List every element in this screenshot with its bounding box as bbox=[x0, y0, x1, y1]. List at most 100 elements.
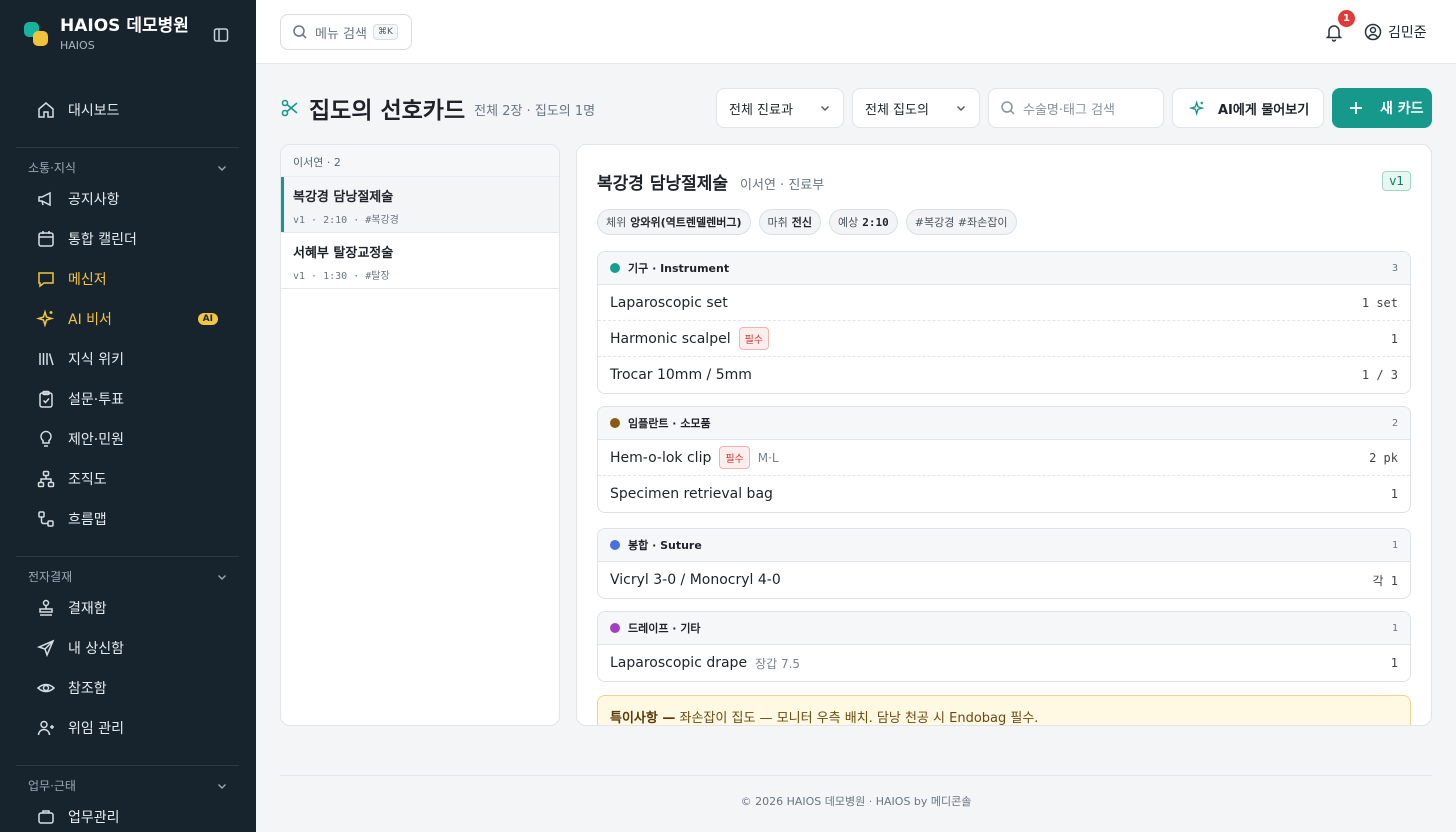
chevron-down-icon bbox=[955, 102, 967, 114]
group-color-dot bbox=[610, 263, 620, 273]
item-name: Vicryl 3-0 / Monocryl 4-0 bbox=[610, 572, 781, 588]
sidebar-item-label: 내 상신함 bbox=[68, 641, 124, 657]
user-delegate-icon bbox=[36, 718, 56, 738]
scissors-icon bbox=[280, 98, 300, 118]
group-title: 임플란트 · 소모품 bbox=[628, 417, 711, 430]
tags-chip: #복강경 #좌손잡이 bbox=[905, 209, 1017, 235]
sidebar-item-flowmap[interactable]: 흐름맵 bbox=[24, 501, 232, 537]
sidebar-collapse-icon[interactable] bbox=[212, 26, 230, 44]
sidebar-item-label: 통합 캘린더 bbox=[68, 232, 137, 248]
select-value: 전체 집도의 bbox=[865, 102, 929, 118]
surgeon-filter-select[interactable]: 전체 집도의 bbox=[852, 88, 980, 128]
special-notes-label: 특이사항 — bbox=[610, 711, 676, 726]
lightbulb-icon bbox=[36, 429, 56, 449]
group-header: 기구 · Instrument 3 bbox=[598, 252, 1410, 285]
duration-chip: 예상 2:10 bbox=[829, 209, 898, 235]
list-item-title: 서혜부 탈장교정술 bbox=[293, 246, 394, 261]
group-count: 1 bbox=[1391, 622, 1398, 634]
sidebar-item-messenger[interactable]: 메신저 bbox=[24, 261, 232, 297]
item-row: Vicryl 3-0 / Monocryl 4-0 각 1 bbox=[598, 562, 1410, 598]
chevron-down-icon bbox=[216, 571, 228, 583]
sidebar-item-delegation[interactable]: 위임 관리 bbox=[24, 710, 232, 746]
position-chip: 체위 앙와위(역트렌델렌버그) bbox=[597, 209, 751, 235]
user-menu[interactable]: 김민준 bbox=[1364, 22, 1427, 42]
card-search-input[interactable]: 수술명·태그 검색 bbox=[988, 88, 1164, 128]
group-count: 2 bbox=[1391, 417, 1398, 429]
new-card-button[interactable]: 새 카드 bbox=[1332, 88, 1432, 128]
megaphone-icon bbox=[36, 189, 56, 209]
chevron-down-icon bbox=[216, 780, 228, 792]
group-color-dot bbox=[610, 623, 620, 633]
section-approval-toggle[interactable]: 전자결재 bbox=[28, 568, 228, 585]
version-badge: v1 bbox=[1382, 171, 1411, 191]
brand[interactable]: HAIOS 데모병원 HAIOS bbox=[24, 16, 189, 52]
search-icon bbox=[292, 24, 308, 40]
eye-icon bbox=[36, 678, 56, 698]
sidebar-item-label: 공지사항 bbox=[68, 192, 120, 208]
ask-ai-button[interactable]: AI에게 물어보기 bbox=[1172, 88, 1324, 128]
group-count: 3 bbox=[1391, 262, 1398, 274]
item-row: Specimen retrieval bag 1 bbox=[598, 476, 1410, 512]
page-title: 집도의 선호카드 bbox=[309, 98, 466, 124]
sidebar-item-work[interactable]: 업무관리 bbox=[24, 799, 232, 832]
detail-chips: 체위 앙와위(역트렌델렌버그) 마취 전신 예상 2:10 #복강경 #좌손잡이 bbox=[597, 209, 1025, 235]
sidebar-item-label: 흐름맵 bbox=[68, 512, 107, 528]
brand-subtitle: HAIOS bbox=[60, 39, 95, 52]
sidebar-item-label: 조직도 bbox=[68, 472, 107, 488]
sidebar: HAIOS 데모병원 HAIOS 대시보드 소통·지식 공지사항 통합 캘린더 … bbox=[0, 0, 256, 832]
item-qty: 1 set bbox=[1361, 295, 1398, 310]
item-name: Trocar 10mm / 5mm bbox=[610, 367, 752, 383]
item-row: Harmonic scalpel 필수 1 bbox=[598, 321, 1410, 357]
item-note: M·L bbox=[757, 450, 779, 465]
sidebar-item-notice[interactable]: 공지사항 bbox=[24, 181, 232, 217]
library-icon bbox=[36, 349, 56, 369]
sidebar-item-dashboard[interactable]: 대시보드 bbox=[24, 92, 232, 128]
detail-subtitle: 이서연 · 진료부 bbox=[740, 178, 825, 193]
section-label: 전자결재 bbox=[28, 570, 73, 584]
group-count: 1 bbox=[1391, 539, 1398, 551]
sidebar-item-orgchart[interactable]: 조직도 bbox=[24, 461, 232, 497]
chip-value: 2:10 bbox=[862, 215, 889, 229]
required-badge: 필수 bbox=[738, 327, 769, 350]
group-color-dot bbox=[610, 540, 620, 550]
org-chart-icon bbox=[36, 469, 56, 489]
sidebar-item-label: 제안·민원 bbox=[68, 432, 124, 448]
topbar: 메뉴 검색 ⌘K 1 김민준 bbox=[256, 0, 1456, 64]
sidebar-item-survey[interactable]: 설문·투표 bbox=[24, 381, 232, 417]
new-card-label: 새 카드 bbox=[1380, 101, 1424, 117]
calendar-icon bbox=[36, 229, 56, 249]
department-filter-select[interactable]: 전체 진료과 bbox=[716, 88, 844, 128]
sidebar-item-wiki[interactable]: 지식 위키 bbox=[24, 341, 232, 377]
sidebar-item-label: 위임 관리 bbox=[68, 721, 124, 737]
menu-search-input[interactable]: 메뉴 검색 ⌘K bbox=[280, 14, 412, 50]
home-icon bbox=[36, 100, 56, 120]
item-row: Hem-o-lok clip 필수 M·L 2 pk bbox=[598, 440, 1410, 476]
section-communication-toggle[interactable]: 소통·지식 bbox=[28, 159, 228, 176]
sidebar-item-approval-inbox[interactable]: 결재함 bbox=[24, 590, 232, 626]
list-group-header: 이서연 · 2 bbox=[281, 145, 559, 177]
sidebar-item-suggestion[interactable]: 제안·민원 bbox=[24, 421, 232, 457]
item-name: Hem-o-lok clip bbox=[610, 449, 712, 466]
implant-group: 임플란트 · 소모품 2 Hem-o-lok clip 필수 M·L 2 pk … bbox=[597, 406, 1411, 513]
item-qty: 1 / 3 bbox=[1361, 368, 1398, 382]
sidebar-item-ai-assistant[interactable]: AI 비서 AI bbox=[24, 301, 232, 337]
stamp-icon bbox=[36, 598, 56, 618]
list-item[interactable]: 서혜부 탈장교정술 v1 · 1:30 · #탈장 bbox=[281, 233, 559, 289]
sidebar-item-reference[interactable]: 참조함 bbox=[24, 670, 232, 706]
section-work-toggle[interactable]: 업무·근태 bbox=[28, 777, 228, 794]
chevron-down-icon bbox=[216, 162, 228, 174]
flow-icon bbox=[36, 509, 56, 529]
chip-label: 체위 bbox=[606, 216, 627, 229]
instrument-group: 기구 · Instrument 3 Laparoscopic set 1 set… bbox=[597, 251, 1411, 394]
plus-icon bbox=[1349, 101, 1363, 115]
list-item-meta: v1 · 1:30 · #탈장 bbox=[293, 271, 390, 282]
chip-value: #복강경 #좌손잡이 bbox=[914, 216, 1008, 229]
select-value: 전체 진료과 bbox=[729, 102, 793, 118]
list-item[interactable]: 복강경 담낭절제술 v1 · 2:10 · #복강경 bbox=[281, 177, 559, 233]
item-row: Trocar 10mm / 5mm 1 / 3 bbox=[598, 357, 1410, 393]
sidebar-item-my-submissions[interactable]: 내 상신함 bbox=[24, 630, 232, 666]
sidebar-item-label: AI 비서 bbox=[68, 312, 112, 328]
sidebar-item-calendar[interactable]: 통합 캘린더 bbox=[24, 221, 232, 257]
user-name: 김민준 bbox=[1388, 25, 1427, 41]
footer: © 2026 HAIOS 데모병원 · HAIOS by 메디콘솔 bbox=[740, 795, 972, 808]
